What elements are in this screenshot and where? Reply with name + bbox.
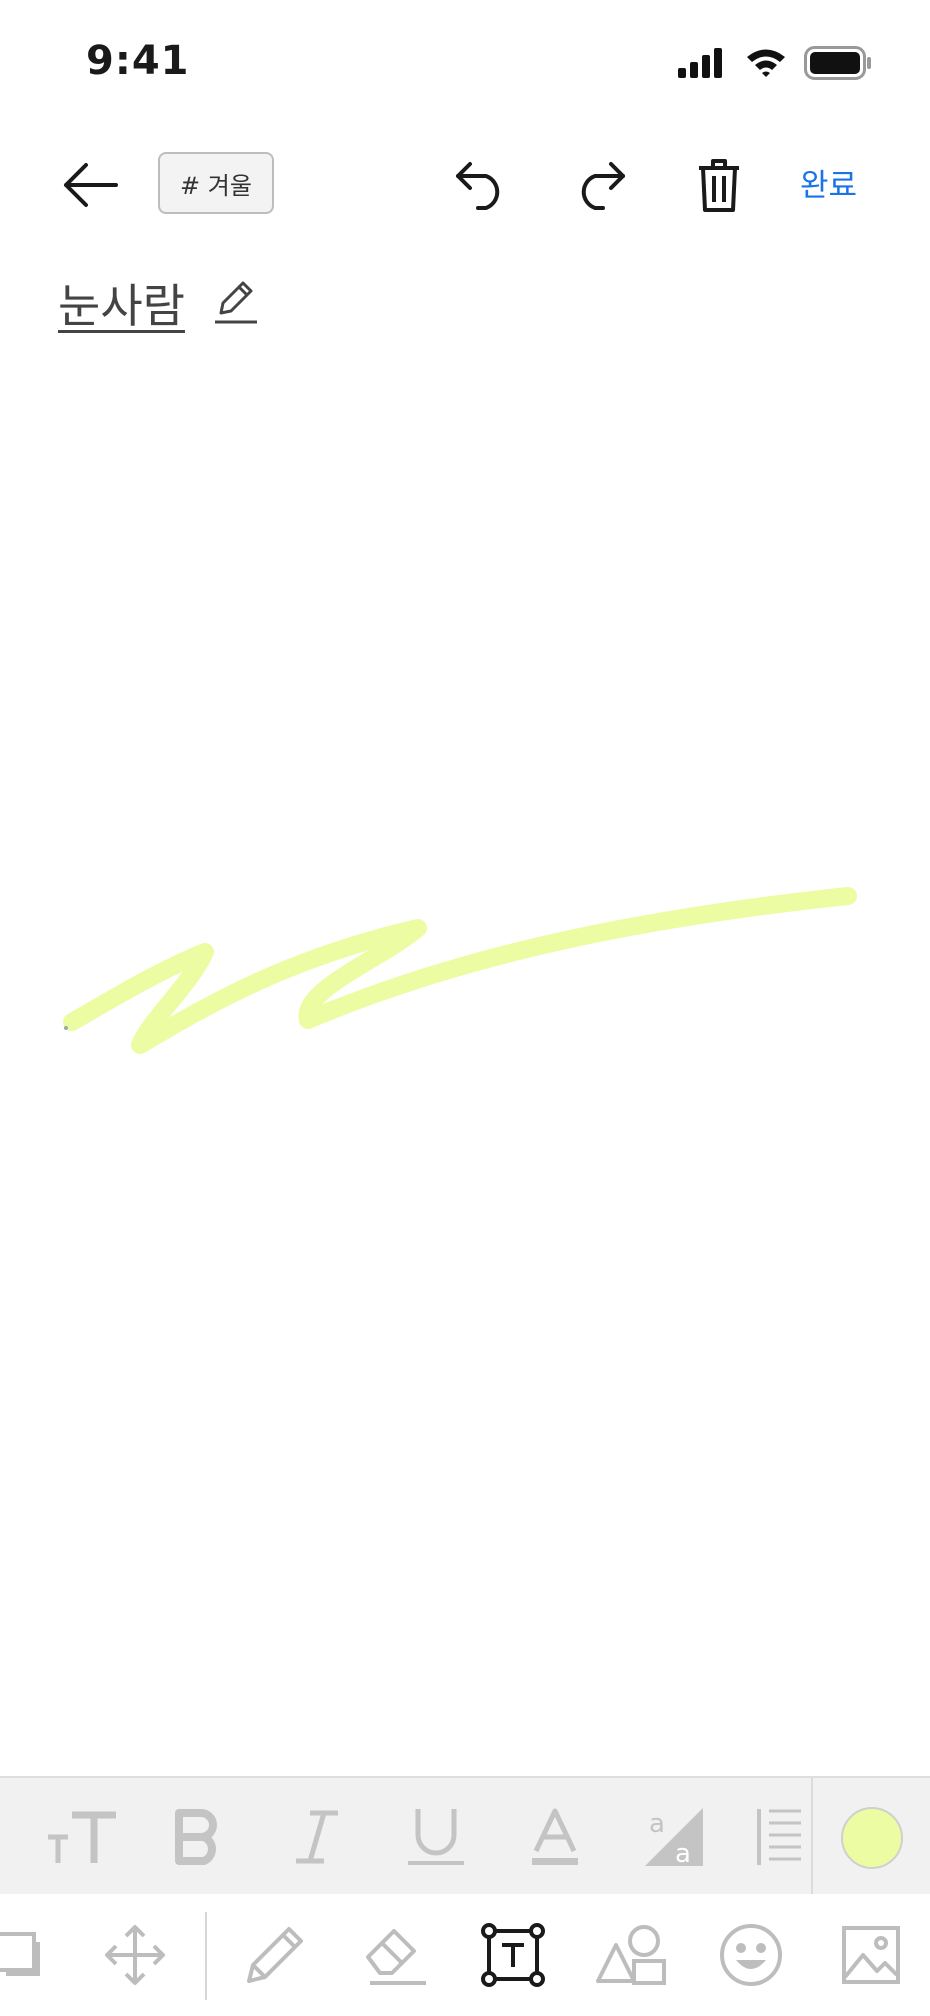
arrow-left-icon [64, 163, 118, 207]
tools-toolbar-divider [205, 1912, 207, 2000]
undo-button[interactable] [446, 150, 516, 220]
move-tool[interactable] [98, 1894, 172, 2016]
emoji-icon [720, 1924, 782, 1986]
italic-icon [296, 1810, 338, 1864]
font-color-button[interactable] [512, 1778, 598, 1896]
note-title: 눈사람 [58, 279, 185, 333]
highlighter-stroke [63, 887, 857, 1054]
redo-button[interactable] [565, 150, 635, 220]
cellular-signal-icon [678, 48, 722, 78]
italic-button[interactable] [274, 1778, 360, 1896]
svg-text:a: a [649, 1809, 665, 1839]
redo-icon [581, 162, 625, 210]
layers-icon [0, 1932, 40, 1976]
battery-icon [804, 46, 871, 80]
wifi-icon [747, 49, 785, 77]
back-button[interactable] [55, 150, 125, 220]
pencil-tool[interactable] [238, 1894, 312, 2016]
line-spacing-button[interactable] [745, 1778, 811, 1896]
text-size-button[interactable] [38, 1778, 124, 1896]
emoji-tool[interactable] [714, 1894, 788, 2016]
font-color-icon [532, 1808, 578, 1865]
pencil-icon [215, 281, 257, 324]
text-size-icon [48, 1811, 116, 1863]
underline-icon [408, 1809, 464, 1865]
svg-text:a: a [675, 1839, 691, 1868]
status-time: 9:41 [86, 38, 190, 84]
edit-title-button[interactable] [210, 276, 262, 328]
text-box-icon [481, 1923, 545, 1987]
layers-tool[interactable] [0, 1894, 50, 2016]
done-button[interactable]: 완료 [800, 160, 857, 205]
highlight-icon: a a [645, 1808, 703, 1868]
shapes-icon [596, 1925, 666, 1985]
drawing-canvas[interactable] [0, 340, 930, 1775]
tag-chip[interactable]: # 겨울 [158, 152, 274, 214]
undo-icon [456, 162, 500, 210]
text-box-tool[interactable] [476, 1894, 550, 2016]
delete-button[interactable] [684, 150, 754, 220]
trash-icon [699, 159, 739, 212]
move-icon [105, 1925, 165, 1985]
pencil-icon [247, 1927, 303, 1983]
image-icon [842, 1926, 900, 1984]
eraser-icon [366, 1929, 426, 1985]
shapes-tool[interactable] [594, 1894, 668, 2016]
image-tool[interactable] [834, 1894, 908, 2016]
highlight-button[interactable]: a a [631, 1778, 717, 1896]
line-spacing-icon [757, 1809, 801, 1865]
stroke-dot [64, 1026, 68, 1030]
bold-button[interactable] [155, 1778, 241, 1896]
color-swatch[interactable] [841, 1807, 903, 1869]
eraser-tool[interactable] [358, 1894, 432, 2016]
format-toolbar-divider [811, 1778, 813, 1894]
underline-button[interactable] [393, 1778, 479, 1896]
format-toolbar: a a [0, 1776, 930, 1896]
bold-icon [175, 1809, 217, 1865]
